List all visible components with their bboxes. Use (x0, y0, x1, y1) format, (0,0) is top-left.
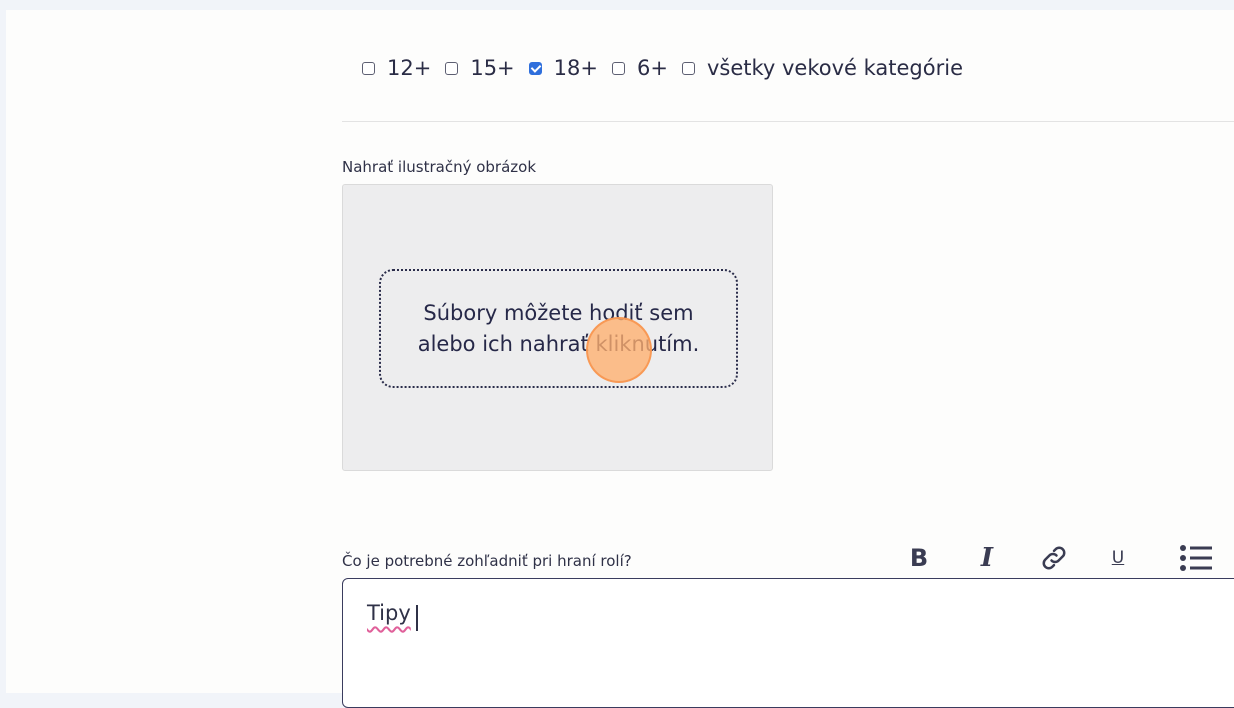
checkbox-18[interactable] (528, 61, 542, 75)
age-option-label: 15+ (470, 56, 515, 80)
editor-text: Tipy (367, 601, 411, 625)
link-icon (1042, 546, 1066, 570)
editor-value: Tipy (367, 601, 411, 625)
editor-label: Čo je potrebné zohľadniť pri hraní rolí? (342, 552, 632, 570)
age-option-18[interactable]: 18+ (528, 56, 598, 80)
text-caret (416, 605, 418, 631)
age-option-all[interactable]: všetky vekové kategórie (681, 56, 964, 80)
underline-button[interactable]: U (1106, 538, 1130, 578)
age-option-label: všetky vekové kategórie (706, 56, 964, 80)
age-option-12[interactable]: 12+ (362, 56, 431, 80)
checkbox-all[interactable] (681, 61, 695, 75)
age-option-label: 12+ (387, 56, 432, 80)
dropzone-line-2: alebo ich nahrať kliknutím. (417, 331, 700, 356)
bulleted-list-button[interactable] (1176, 538, 1216, 578)
dropzone-message[interactable]: Súbory môžete hodiť sem alebo ich nahrať… (379, 269, 738, 388)
age-option-6[interactable]: 6+ (611, 56, 668, 80)
dropzone-line-1: Súbory môžete hodiť sem (423, 300, 694, 325)
italic-button[interactable]: I (972, 538, 1002, 578)
checkbox-12[interactable] (362, 61, 375, 75)
checkbox-15[interactable] (445, 61, 459, 75)
upload-label: Nahrať ilustračný obrázok (342, 158, 537, 176)
roleplay-notes-editor[interactable]: Tipy (342, 578, 1234, 708)
bulleted-list-icon (1180, 545, 1212, 571)
link-button[interactable] (1036, 538, 1072, 578)
age-category-options: 12+ 15+ 18+ 6+ všetky vekové kategórie (362, 56, 977, 80)
age-option-15[interactable]: 15+ (445, 56, 515, 80)
age-option-label: 6+ (636, 56, 668, 80)
checkbox-6[interactable] (611, 61, 625, 75)
section-divider (342, 121, 1234, 122)
bold-button[interactable]: B (904, 538, 934, 578)
age-option-label: 18+ (553, 56, 598, 80)
image-dropzone[interactable]: Súbory môžete hodiť sem alebo ich nahrať… (342, 184, 773, 471)
